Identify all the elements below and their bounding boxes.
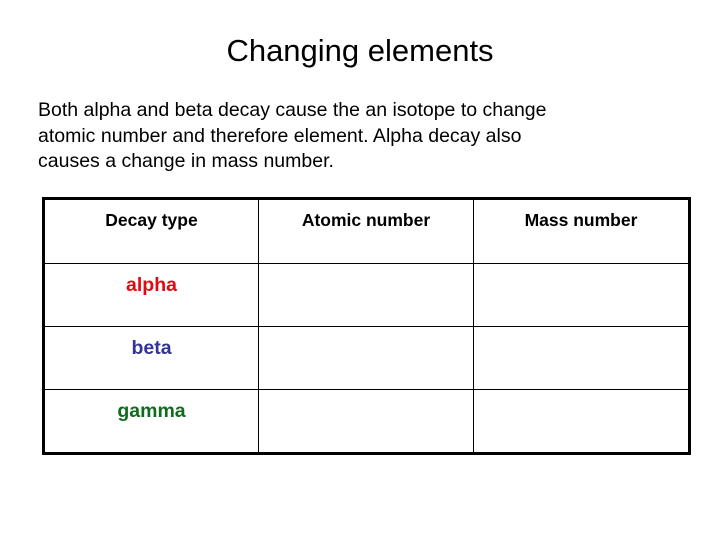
cell-value-mass-number-alpha [480,274,682,275]
header-label-mass-number: Mass number [524,210,638,230]
cell-mass-number-gamma[interactable] [473,389,690,454]
cell-value-mass-number-gamma [480,400,682,401]
decay-type-label-gamma: gamma [117,400,186,422]
cell-value-atomic-number-gamma [265,400,467,401]
cell-decay-type-alpha: alpha [43,263,259,327]
cell-decay-type-beta: beta [43,326,259,390]
cell-atomic-number-gamma[interactable] [258,389,474,454]
body-line-1: Both alpha and beta decay cause the an i… [38,99,547,121]
decay-type-label-beta: beta [131,337,172,359]
table-row: beta [43,326,690,390]
cell-mass-number-beta[interactable] [473,326,690,390]
body-line-3: causes a change in mass number. [38,150,334,172]
decay-table: Decay type Atomic number Mass number alp… [42,197,691,455]
cell-value-atomic-number-beta [265,337,467,338]
cell-decay-type-gamma: gamma [43,389,259,454]
table-header-row: Decay type Atomic number Mass number [43,198,690,264]
cell-value-mass-number-beta [480,337,682,338]
table-row: alpha [43,263,690,327]
cell-atomic-number-alpha[interactable] [258,263,474,327]
body-paragraph: Both alpha and beta decay cause the an i… [38,98,686,175]
table-row: gamma [43,389,690,454]
decay-type-label-alpha: alpha [126,274,177,296]
cell-value-atomic-number-alpha [265,274,467,275]
cell-mass-number-alpha[interactable] [473,263,690,327]
page-title: Changing elements [226,33,494,68]
header-label-decay-type: Decay type [105,210,198,230]
slide-canvas: Changing elements Both alpha and beta de… [0,0,720,540]
table-header-cell-atomic-number: Atomic number [258,198,474,264]
table-header-cell-decay-type: Decay type [43,198,259,264]
cell-atomic-number-beta[interactable] [258,326,474,390]
body-line-2: atomic number and therefore element. Alp… [38,124,522,147]
header-label-atomic-number: Atomic number [301,210,431,230]
table-header-cell-mass-number: Mass number [473,198,690,264]
